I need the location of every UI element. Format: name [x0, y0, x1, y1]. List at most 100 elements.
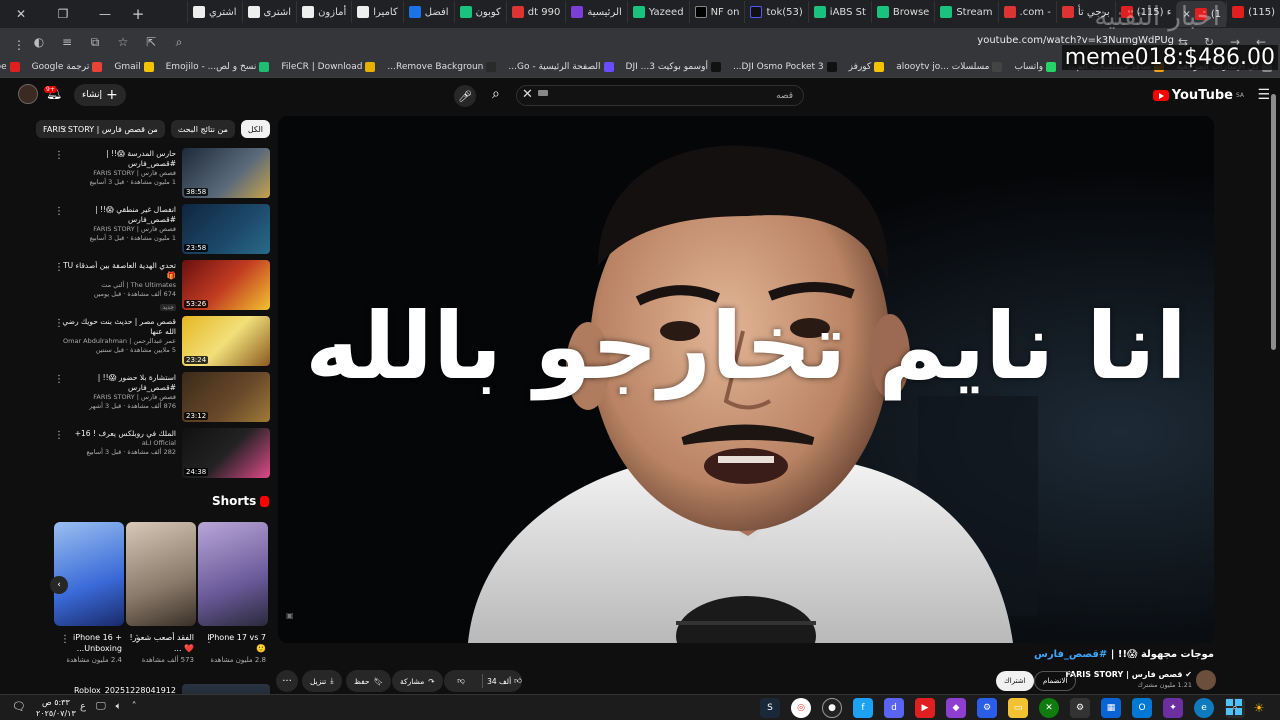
- chevron-left-icon[interactable]: ‹: [62, 122, 67, 136]
- browser-tab[interactable]: tok(53): [744, 1, 807, 23]
- youtube-logo[interactable]: YouTube SA: [1152, 88, 1244, 103]
- bookmark-star-icon[interactable]: ☆: [112, 31, 134, 53]
- chrome-icon[interactable]: ◎: [791, 698, 811, 718]
- purple-app-icon[interactable]: ◆: [946, 698, 966, 718]
- bookmark-item[interactable]: كورفز: [849, 61, 885, 72]
- shorts-prev-arrow-icon[interactable]: ‹: [50, 576, 68, 594]
- hashtag-link[interactable]: #قصص_فارس: [1034, 649, 1107, 660]
- share-page-icon[interactable]: ⇱: [140, 31, 162, 53]
- browser-menu-icon[interactable]: ⋮: [8, 34, 30, 56]
- minimize-window-icon[interactable]: —: [84, 0, 126, 28]
- red-app-icon[interactable]: ▶: [915, 698, 935, 718]
- search-input[interactable]: قصه: [516, 85, 804, 106]
- more-options-icon[interactable]: ⋮: [60, 634, 70, 645]
- edge-icon[interactable]: e: [1194, 698, 1214, 718]
- more-options-icon[interactable]: ⋮: [204, 634, 214, 645]
- download-button[interactable]: تنزيل ⤓: [302, 670, 342, 692]
- more-actions-button[interactable]: ···: [276, 670, 298, 692]
- bookmark-item[interactable]: DJI Osmo Pocket 3...: [733, 61, 837, 72]
- more-options-icon[interactable]: ⋮: [54, 318, 64, 329]
- store-icon[interactable]: ▦: [1101, 698, 1121, 718]
- video-thumbnail[interactable]: 24:38: [182, 428, 270, 478]
- subscribe-button[interactable]: اشتراك: [996, 671, 1034, 691]
- list-item[interactable]: 23:24 قصص مصر | حديث بنت حويك رضي الله عن…: [52, 316, 270, 368]
- new-tab-button[interactable]: +: [126, 5, 150, 23]
- app-icon[interactable]: ✦: [1163, 698, 1183, 718]
- bookmark-item[interactable]: الصفحة الرئيسية - Go...: [508, 61, 614, 72]
- share-button[interactable]: مشاركة ↷: [392, 670, 443, 692]
- volume-icon[interactable]: 🔈︎: [116, 701, 122, 712]
- channel-name[interactable]: aLI Official: [62, 439, 176, 448]
- zoom-icon[interactable]: ⌕: [168, 31, 190, 53]
- browser-tab[interactable]: Yazeed: [626, 1, 689, 23]
- filter-chip[interactable]: من قصص فارس | FARIS STORY: [36, 120, 165, 138]
- video-title[interactable]: حارس المدرسة 😱!! | #قصص_فارس: [62, 149, 176, 169]
- bookmark-item[interactable]: FileCR | Download: [281, 61, 376, 72]
- browser-tab[interactable]: افضل: [402, 1, 454, 23]
- channel-name[interactable]: قصص فارس | FARIS STORY: [62, 169, 176, 178]
- bookmark-item[interactable]: أوسمو بوكيت 3... DJI: [626, 61, 721, 72]
- browser-tab[interactable]: أمازون: [296, 1, 351, 23]
- short-thumbnail[interactable]: [198, 522, 268, 626]
- like-button[interactable]: 34 ألف 👍︎: [487, 676, 522, 686]
- browser-tab[interactable]: Stream: [934, 1, 997, 23]
- list-item[interactable]: 24:38 الملك في روبلكس يعرف ! 16+ aLI Offic…: [52, 428, 270, 480]
- bookmark-item[interactable]: مسلسلات ...alooytv jo: [896, 61, 1003, 72]
- search-icon[interactable]: ⌕: [492, 86, 500, 102]
- scrollbar-thumb[interactable]: [1271, 94, 1276, 350]
- list-item[interactable]: 23:12 استشارة بلا حضور 😱!! | #قصص_فارس قصص…: [52, 372, 270, 424]
- files-app-icon[interactable]: f: [853, 698, 873, 718]
- filter-chip[interactable]: الكل: [240, 120, 270, 138]
- discord-icon[interactable]: d: [884, 698, 904, 718]
- short-thumbnail[interactable]: [126, 522, 196, 626]
- obs-icon[interactable]: ●: [822, 698, 842, 718]
- steam-icon[interactable]: S: [760, 698, 780, 718]
- video-thumbnail[interactable]: 23:58: [182, 204, 270, 254]
- list-item[interactable]: 53:26 تحدي الهدية العاصفة بين أصدقاء TU 🎁…: [52, 260, 270, 312]
- video-thumbnail[interactable]: 23:12: [182, 372, 270, 422]
- page-scrollbar[interactable]: [1271, 88, 1276, 698]
- save-button[interactable]: حفظ 🔖︎: [346, 670, 392, 692]
- hamburger-menu-icon[interactable]: ☰: [1257, 87, 1270, 103]
- media-control-icon[interactable]: ≡: [56, 31, 78, 53]
- browser-tab[interactable]: dt 990: [505, 1, 566, 23]
- short-thumbnail[interactable]: [54, 522, 124, 626]
- video-title[interactable]: الملك في روبلكس يعرف ! 16+: [62, 429, 176, 439]
- list-item[interactable]: 38:58 حارس المدرسة 😱!! | #قصص_فارس قصص فار…: [52, 148, 270, 200]
- browser-tab[interactable]: Browse: [870, 1, 934, 23]
- clear-search-icon[interactable]: ✕: [522, 87, 533, 102]
- xbox-icon[interactable]: ✕: [1039, 698, 1059, 718]
- more-options-icon[interactable]: ⋮: [54, 206, 64, 217]
- more-options-icon[interactable]: ⋮: [54, 374, 64, 385]
- video-thumbnail[interactable]: 23:24: [182, 316, 270, 366]
- filter-chip[interactable]: من نتائج البحث: [170, 120, 235, 138]
- create-button[interactable]: إنشاء +: [74, 84, 126, 106]
- browser-tab[interactable]: اشترى: [241, 1, 297, 23]
- list-item[interactable]: 23:58 انفصال غير منطقي 😱!! | #قصص_فارس قصص…: [52, 204, 270, 256]
- video-title[interactable]: استشارة بلا حضور 😱!! | #قصص_فارس: [62, 373, 176, 393]
- more-options-icon[interactable]: ⋮: [132, 634, 142, 645]
- language-indicator[interactable]: ع: [80, 701, 86, 712]
- file-explorer-icon[interactable]: ▭: [1008, 698, 1028, 718]
- notification-center-icon[interactable]: 🗨︎: [12, 700, 26, 713]
- bookmark-item[interactable]: YouTube: [0, 61, 20, 72]
- bookmark-item[interactable]: Gmail: [114, 61, 154, 72]
- browser-tab[interactable]: كوبون: [453, 1, 506, 23]
- browser-tab[interactable]: iABS St: [807, 1, 871, 23]
- video-title[interactable]: قصص مصر | حديث بنت حويك رضي الله عنها: [62, 317, 176, 337]
- channel-name[interactable]: قصص فارس | FARIS STORY: [62, 393, 176, 402]
- weather-widget-icon[interactable]: ☀: [1248, 698, 1270, 718]
- browser-tab[interactable]: كاميرا: [351, 1, 402, 23]
- channel-name[interactable]: The Ultimates | ألتي مت: [62, 281, 176, 290]
- browser-tab[interactable]: .com -: [997, 1, 1056, 23]
- channel-name[interactable]: ✔︎ قصص فارس | FARIS STORY: [1065, 670, 1192, 679]
- more-options-icon[interactable]: ⋮: [54, 430, 64, 441]
- channel-avatar[interactable]: [1196, 670, 1216, 690]
- avatar[interactable]: [18, 84, 38, 104]
- video-thumbnail[interactable]: 53:26: [182, 260, 270, 310]
- video-title[interactable]: انفصال غير منطقي 😱!! | #قصص_فارس: [62, 205, 176, 225]
- bookmark-item[interactable]: واتساب: [1014, 61, 1057, 72]
- channel-name[interactable]: عمر عبدالرحمن | Omar Abdulrahman: [62, 337, 176, 346]
- maximize-window-icon[interactable]: ❐: [42, 0, 84, 28]
- settings-icon[interactable]: ⚙: [977, 698, 997, 718]
